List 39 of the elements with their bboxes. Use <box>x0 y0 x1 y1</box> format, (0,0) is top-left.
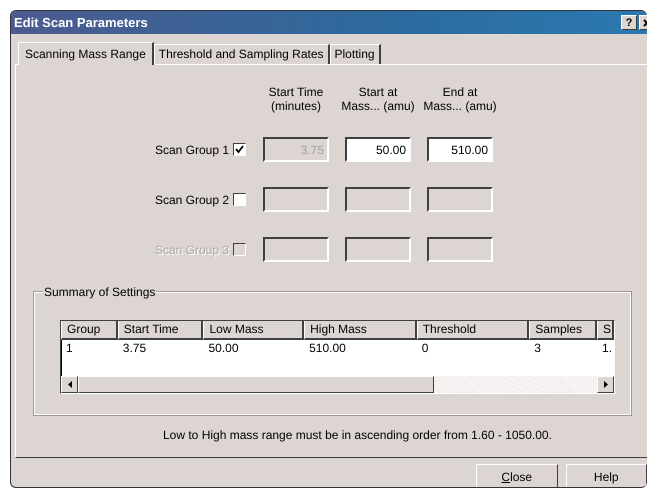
table-cell-text: 1 <box>65 340 74 356</box>
window-title: Edit Scan Parameters <box>14 15 149 30</box>
left-arrow-icon <box>68 381 72 388</box>
column-header[interactable]: S <box>597 321 614 340</box>
tab[interactable]: Scanning Mass Range <box>18 42 154 65</box>
table-cell-text: 3.75 <box>122 340 148 356</box>
column-header[interactable]: Threshold <box>416 321 530 340</box>
table-cell-text: 0 <box>420 340 430 356</box>
column-header[interactable]: Start Time <box>118 321 204 340</box>
checkbox[interactable] <box>233 143 246 156</box>
column-header[interactable]: Low Mass <box>203 321 304 340</box>
scan-group-label: Scan Group 2 <box>154 192 229 206</box>
column-header: Start at Mass... (amu) <box>340 85 416 115</box>
table-cell-text: 3 <box>533 340 542 356</box>
table-cell-text: 1. <box>601 340 614 356</box>
table-cell-text: 50.00 <box>207 340 240 356</box>
range-note: Low to High mass range must be in ascending order from 1.60 - 1050.00. <box>162 427 553 442</box>
table-cell-text: 510.00 <box>308 340 347 356</box>
group-title: Summary of Settings <box>43 285 156 299</box>
scroll-left-button[interactable] <box>61 376 78 393</box>
help-button[interactable]: ? <box>621 15 637 30</box>
scroll-right-button[interactable] <box>597 376 614 393</box>
column-header: Start Time (minutes) <box>268 85 324 115</box>
check-icon <box>235 145 244 154</box>
checkbox[interactable] <box>233 193 246 206</box>
column-header: End at Mass... (amu) <box>422 85 498 115</box>
dialog-button[interactable]: Close <box>476 464 558 487</box>
right-arrow-icon <box>604 381 608 388</box>
dialog-button[interactable]: Help <box>566 464 647 487</box>
column-header[interactable]: High Mass <box>304 321 417 340</box>
tab[interactable]: Plotting <box>330 44 381 64</box>
column-header[interactable]: Group <box>61 321 118 340</box>
tab[interactable]: Threshold and Sampling Rates <box>154 44 330 64</box>
scan-group-label: Scan Group 1 <box>154 142 229 156</box>
horizontal-scrollbar[interactable] <box>61 376 614 393</box>
scroll-thumb[interactable] <box>78 376 434 393</box>
column-header[interactable]: Samples <box>529 321 598 340</box>
input-field[interactable]: 510.00 <box>427 137 493 162</box>
input-field[interactable]: 50.00 <box>345 137 411 162</box>
